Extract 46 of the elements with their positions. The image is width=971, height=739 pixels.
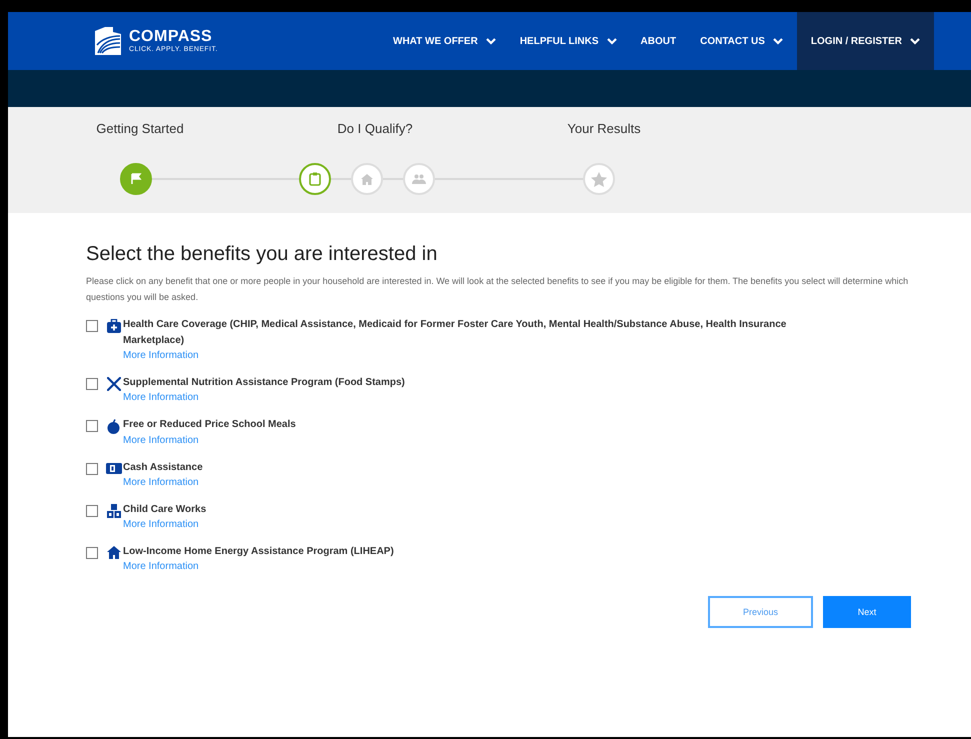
logo-icon	[93, 27, 123, 55]
page-heading: Select the benefits you are interested in	[86, 243, 438, 266]
benefit-label: Health Care Coverage (CHIP, Medical Assistance, Medicaid for Former Foster Care Youth, Mental Health/Substance Abuse, Health Insurance Marketplace)	[123, 318, 788, 348]
benefit-label: Cash Assistance	[123, 461, 204, 475]
clipboard-icon	[309, 172, 321, 186]
nav-link[interactable]: ABOUT	[628, 12, 688, 70]
house-icon	[361, 174, 373, 184]
benefit-label: Free or Reduced Price School Meals	[123, 418, 297, 432]
checkbox[interactable]	[86, 547, 98, 559]
medical-kit-icon	[106, 319, 120, 333]
star-icon	[591, 172, 607, 186]
house-icon	[106, 546, 120, 559]
benefit-label: Supplemental Nutrition Assistance Program (Food Stamps)	[123, 376, 406, 390]
more-information-link[interactable]: More Information	[123, 434, 199, 448]
nav-link[interactable]: HELPFUL LINKS	[508, 12, 629, 70]
chevron-down-icon	[486, 38, 496, 44]
checkbox[interactable]	[86, 320, 98, 332]
chevron-down-icon	[606, 38, 617, 44]
checkbox[interactable]	[86, 420, 98, 432]
next-button[interactable]: Next	[823, 596, 911, 628]
cash-icon	[106, 462, 122, 474]
step-label: Your Results	[566, 121, 642, 137]
nav-link[interactable]: LOGIN / REGISTER	[796, 12, 934, 70]
previous-button[interactable]: Previous	[708, 596, 813, 628]
benefit-label: Child Care Works	[123, 503, 208, 517]
flag-icon	[130, 173, 142, 185]
blocks-icon	[106, 504, 120, 518]
more-information-link[interactable]: More Information	[123, 349, 199, 363]
intro-text: Please click on any benefit that one or more people in your household are interested in. We will look at the selected benefits to see if you may be eligible for them. The benefits you select will determine which questions you will be asked.	[86, 275, 910, 304]
step-label: Do I Qualify?	[336, 121, 414, 137]
logo-name: COMPASS	[129, 28, 214, 44]
apple-icon	[107, 419, 120, 434]
nav-link[interactable]: WHAT WE OFFER	[381, 12, 508, 70]
nav-link[interactable]: CONTACT US	[688, 12, 795, 70]
more-information-link[interactable]: More Information	[123, 476, 199, 490]
checkbox[interactable]	[86, 505, 98, 517]
more-information-link[interactable]: More Information	[123, 391, 199, 405]
chevron-down-icon	[910, 38, 920, 44]
benefit-label: Low-Income Home Energy Assistance Program (LIHEAP)	[123, 545, 395, 559]
checkbox[interactable]	[86, 463, 98, 475]
people-icon	[412, 174, 426, 184]
step-label: Getting Started	[95, 121, 185, 137]
more-information-link[interactable]: More Information	[123, 518, 199, 532]
checkbox[interactable]	[86, 378, 98, 390]
chevron-down-icon	[772, 38, 783, 44]
more-information-link[interactable]: More Information	[123, 560, 199, 574]
